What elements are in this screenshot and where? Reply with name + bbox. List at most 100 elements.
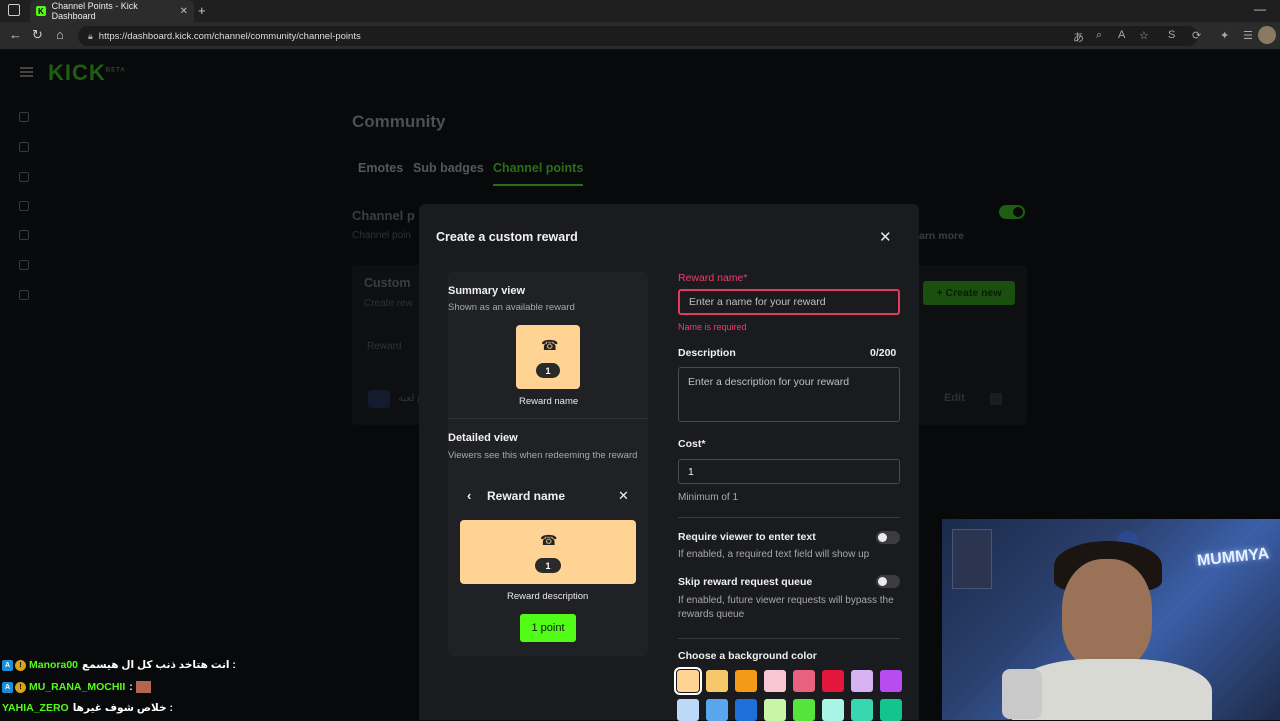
summary-view-title: Summary view [448, 285, 526, 297]
color-swatch-16[interactable] [880, 699, 902, 721]
phone-icon: ☎ [540, 532, 558, 548]
cost-help: Minimum of 1 [678, 492, 739, 503]
skip-queue-toggle[interactable] [876, 575, 900, 588]
address-bar: ← ↻ ⌂ 🔒︎ https://dashboard.kick.com/chan… [0, 22, 1280, 50]
browser-tab-bar: K Channel Points - Kick Dashboard ✕ + — [0, 0, 1280, 22]
sidebar-content-icon[interactable] [19, 142, 29, 152]
sidebar-users-icon[interactable] [19, 260, 29, 270]
chat-username: YAHIA_ZERO [2, 702, 69, 714]
color-swatch-12[interactable] [764, 699, 786, 721]
learn-more-link[interactable]: arn more [919, 230, 964, 242]
sidebar-upload-icon[interactable] [19, 201, 29, 211]
color-swatch-3[interactable] [735, 670, 757, 692]
extension-refresh-icon[interactable]: ⟳ [1192, 29, 1201, 42]
kick-logo[interactable]: KICKBETA [48, 60, 126, 86]
chat-username: Manora00 [29, 659, 79, 671]
channel-points-section-title: Channel p [352, 208, 415, 223]
bg-color-label: Choose a background color [678, 650, 817, 662]
summary-reward-name: Reward name [519, 396, 579, 407]
rewards-table-header: Reward [367, 341, 402, 352]
require-text-toggle[interactable] [876, 531, 900, 544]
color-swatch-10[interactable] [706, 699, 728, 721]
color-swatch-8[interactable] [880, 670, 902, 692]
tab-emotes[interactable]: Emotes [358, 161, 403, 175]
chat-emote-icon [135, 681, 151, 693]
chat-badge-icon: ! [15, 681, 26, 693]
back-icon[interactable]: ← [9, 27, 22, 42]
reward-row-icon [368, 390, 390, 408]
translate-icon[interactable]: あ [1073, 29, 1084, 45]
webcam-overlay: MUMMYA [942, 519, 1280, 720]
microphone-icon [1002, 669, 1042, 719]
color-swatch-14[interactable] [822, 699, 844, 721]
chat-text: انت هتاخد ذنب كل ال هيسمع : [82, 659, 236, 671]
reward-cost-pill: 1 [536, 363, 560, 378]
favorite-star-icon[interactable]: ☆ [1139, 29, 1149, 42]
window-menu-icon[interactable] [8, 4, 20, 16]
wall-poster [952, 529, 992, 589]
extension-puzzle-icon[interactable]: ✦ [1220, 29, 1229, 42]
url-input[interactable]: 🔒︎ https://dashboard.kick.com/channel/co… [78, 26, 1198, 46]
form-divider [678, 638, 900, 639]
sidebar-live-icon[interactable] [19, 112, 29, 122]
detailed-view-subtitle: Viewers see this when redeeming the rewa… [448, 450, 638, 461]
streamer-face [1062, 559, 1152, 669]
color-swatch-9[interactable] [677, 699, 699, 721]
color-swatch-7[interactable] [851, 670, 873, 692]
color-swatch-4[interactable] [764, 670, 786, 692]
redeem-point-button[interactable]: 1 point [520, 614, 576, 642]
edit-reward-button[interactable]: Edit [944, 392, 965, 404]
chat-text: خلاص شوف غيرها : [72, 702, 173, 714]
lock-icon: 🔒︎ [88, 30, 93, 41]
kick-favicon-icon: K [36, 6, 46, 16]
new-tab-button[interactable]: + [198, 3, 206, 18]
chat-username: MU_RANA_MOCHII [29, 681, 126, 693]
require-text-help: If enabled, a required text field will s… [678, 549, 870, 560]
color-swatch-6[interactable] [822, 670, 844, 692]
create-new-button[interactable]: + Create new [923, 281, 1015, 305]
color-swatch-13[interactable] [793, 699, 815, 721]
detail-reward-description: Reward description [507, 591, 589, 602]
cost-input[interactable] [678, 459, 900, 484]
extension-s-icon[interactable]: S [1168, 29, 1175, 41]
read-aloud-icon[interactable]: A [1118, 29, 1125, 41]
detailed-view-title: Detailed view [448, 432, 518, 444]
sidebar-community-icon[interactable] [19, 230, 29, 240]
menu-icon[interactable] [20, 67, 33, 77]
summary-reward-card: ☎ 1 [516, 325, 580, 389]
summary-view-subtitle: Shown as an available reward [448, 302, 575, 313]
chat-badge-icon: A [2, 681, 13, 693]
favorites-icon[interactable]: ☰ [1243, 29, 1253, 42]
color-swatch-2[interactable] [706, 670, 728, 692]
detail-close-icon[interactable]: ✕ [618, 488, 629, 504]
sidebar-trophy-icon[interactable] [19, 172, 29, 182]
minimize-button[interactable]: — [1254, 2, 1266, 16]
profile-avatar[interactable] [1258, 26, 1276, 44]
reward-name-input[interactable] [678, 289, 900, 315]
reload-icon[interactable]: ↻ [32, 27, 43, 43]
chat-badge-icon: A [2, 659, 13, 671]
chat-text: : [129, 681, 133, 693]
sidebar-settings-icon[interactable] [19, 290, 29, 300]
description-input[interactable] [678, 367, 900, 422]
channel-points-enable-toggle[interactable] [999, 205, 1025, 219]
home-icon[interactable]: ⌂ [56, 27, 64, 42]
close-icon[interactable]: ✕ [879, 228, 892, 246]
trash-icon[interactable] [990, 393, 1002, 405]
zoom-icon[interactable]: ⌕ [1096, 29, 1102, 42]
browser-tab[interactable]: K Channel Points - Kick Dashboard ✕ [30, 0, 194, 22]
chat-message: A ! MU_RANA_MOCHII : [2, 681, 151, 693]
reward-name-label: Reward name* [678, 272, 748, 284]
color-swatch-1[interactable] [674, 667, 702, 695]
page-title: Community [352, 112, 446, 131]
cost-label: Cost* [678, 438, 706, 450]
url-text: https://dashboard.kick.com/channel/commu… [98, 30, 361, 42]
color-swatch-11[interactable] [735, 699, 757, 721]
color-swatch-15[interactable] [851, 699, 873, 721]
chevron-left-icon[interactable]: ‹ [467, 488, 471, 503]
neon-sign: MUMMYA [1196, 545, 1270, 570]
tab-sub-badges[interactable]: Sub badges [413, 161, 484, 175]
close-tab-icon[interactable]: ✕ [180, 6, 188, 17]
color-swatch-5[interactable] [793, 670, 815, 692]
tab-channel-points[interactable]: Channel points [493, 161, 584, 186]
